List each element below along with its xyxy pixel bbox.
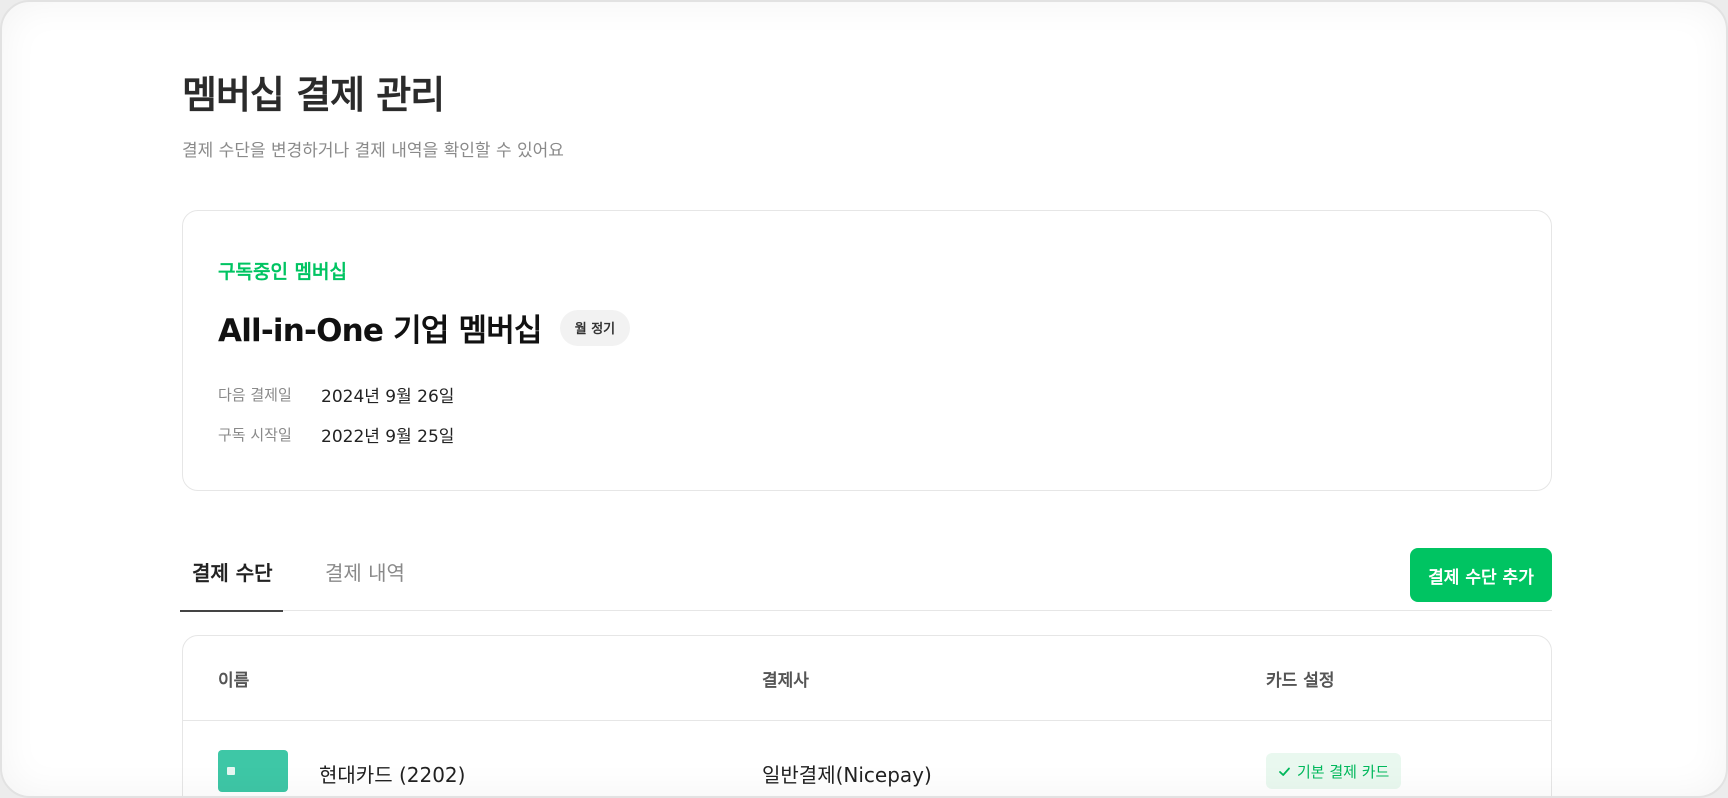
credit-card-icon (218, 750, 288, 792)
page-subtitle: 결제 수단을 변경하거나 결제 내역을 확인할 수 있어요 (182, 141, 564, 161)
tab-bar: 결제 수단 결제 내역 (180, 547, 1552, 612)
start-date-value: 2022년 9월 25일 (321, 427, 455, 447)
add-payment-method-button[interactable]: 결제 수단 추가 (1410, 548, 1552, 602)
column-header-name: 이름 (218, 671, 250, 691)
payment-methods-table: 이름 결제사 카드 설정 현대카드 (2202) 일반결제(Nicepay) 기… (182, 635, 1552, 796)
tab-payment-history[interactable]: 결제 내역 (325, 557, 405, 586)
plan-name: All-in-One 기업 멤버십 (218, 313, 543, 349)
card-chip-icon (227, 767, 235, 775)
active-tab-indicator (180, 609, 283, 612)
table-header: 이름 결제사 카드 설정 (183, 636, 1551, 721)
default-card-label: 기본 결제 카드 (1297, 762, 1390, 781)
subscription-section-label: 구독중인 멤버십 (218, 261, 347, 283)
app-window: 멤버십 결제 관리 결제 수단을 변경하거나 결제 내역을 확인할 수 있어요 … (0, 0, 1728, 798)
column-header-provider: 결제사 (762, 671, 809, 691)
card-name: 현대카드 (2202) (319, 763, 466, 787)
next-payment-label: 다음 결제일 (218, 386, 292, 404)
billing-cycle-badge: 월 정기 (559, 309, 631, 346)
default-card-badge: 기본 결제 카드 (1266, 753, 1402, 789)
card-provider: 일반결제(Nicepay) (762, 763, 932, 787)
check-icon (1279, 767, 1290, 776)
next-payment-value: 2024년 9월 26일 (321, 387, 455, 407)
plan-row: All-in-One 기업 멤버십 월 정기 (218, 305, 631, 350)
table-row[interactable]: 현대카드 (2202) 일반결제(Nicepay) 기본 결제 카드 (183, 721, 1551, 796)
subscription-card: 구독중인 멤버십 All-in-One 기업 멤버십 월 정기 다음 결제일 2… (182, 210, 1552, 491)
column-header-card-setting: 카드 설정 (1266, 671, 1335, 691)
tab-payment-methods[interactable]: 결제 수단 (192, 557, 273, 586)
start-date-row: 구독 시작일 2022년 9월 25일 (218, 422, 454, 447)
start-date-label: 구독 시작일 (218, 426, 292, 444)
next-payment-row: 다음 결제일 2024년 9월 26일 (218, 382, 454, 407)
page-title: 멤버십 결제 관리 (182, 73, 445, 117)
